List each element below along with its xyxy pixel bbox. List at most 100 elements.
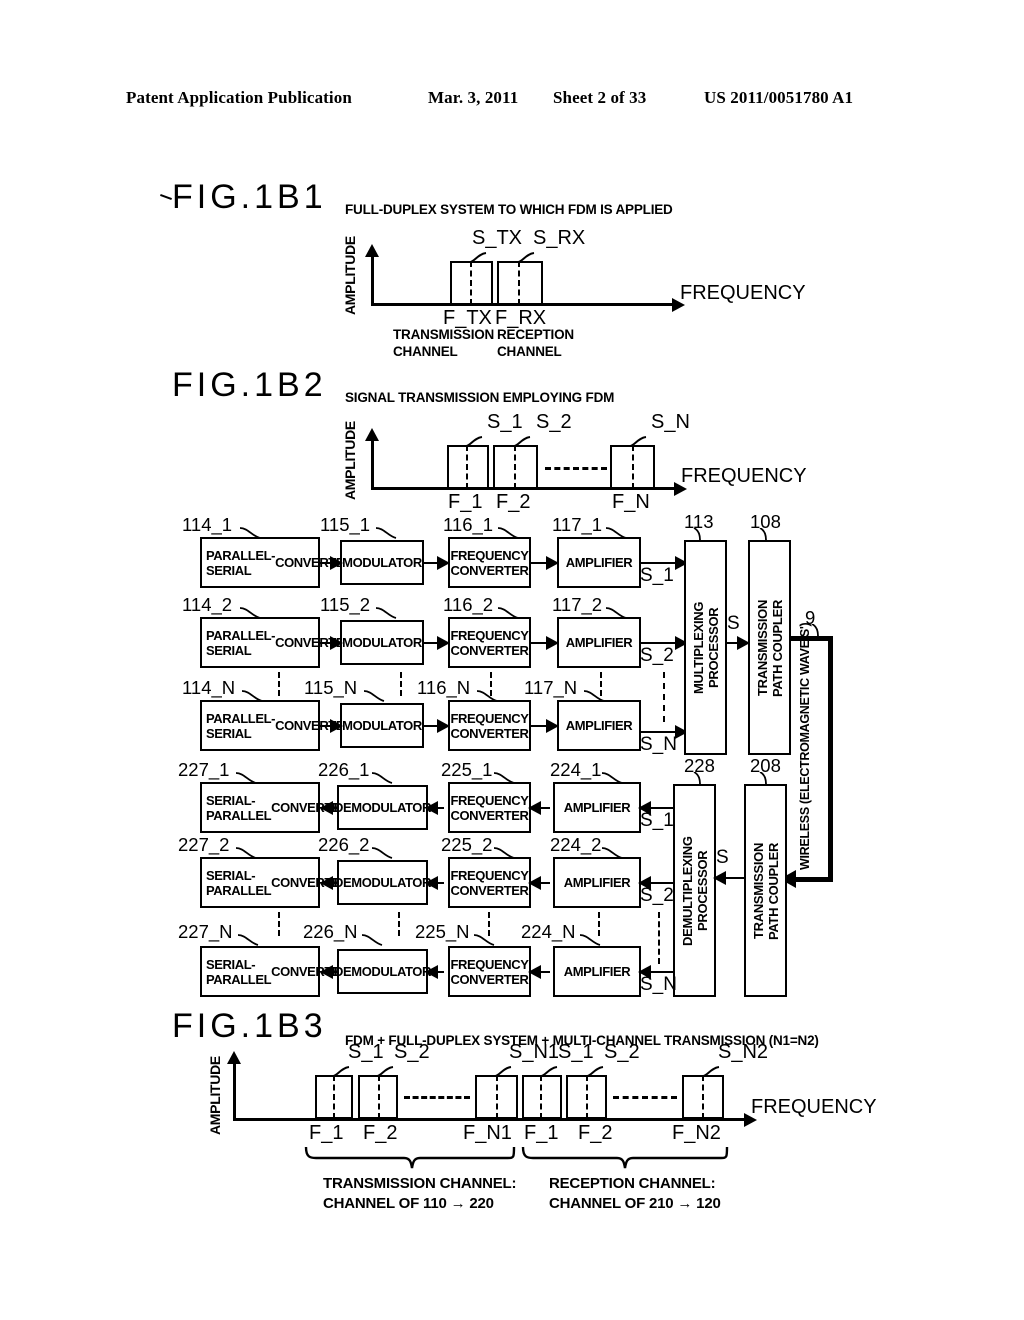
fig-1b1-y-axis — [371, 256, 374, 306]
fig-1b2-signal-n: S_N — [651, 411, 690, 433]
conn-mux-to-coupler-arrow — [737, 636, 750, 650]
block-label: FREQUENCY CONVERTER — [450, 627, 529, 658]
fig-1b2-y-axis-arrow — [365, 428, 379, 441]
fig-1b2-leaders — [465, 436, 647, 447]
signal-label-tx-n: S_N — [640, 734, 677, 755]
block-label: TRANSMISSION PATH COUPLER — [754, 598, 785, 697]
header-publication: Patent Application Publication — [126, 88, 352, 107]
conn-rx2-b-arrow — [425, 876, 438, 890]
block-label: MODULATOR — [342, 635, 422, 650]
block-modulator-1: MODULATOR — [340, 540, 424, 585]
block-amplifier-rx-2: AMPLIFIER — [553, 857, 641, 908]
block-frequency-converter-n: FREQUENCY CONVERTER — [448, 700, 531, 751]
fig-1b3-y-axis-arrow — [227, 1051, 241, 1064]
conn-tx2-a-arrow — [330, 636, 343, 650]
conn-tx2-c-arrow — [546, 636, 559, 650]
fig-1b3-tick-rx-f2: F_2 — [578, 1122, 613, 1144]
block-label-line1: SERIAL-PARALLEL — [206, 792, 272, 823]
block-label: AMPLIFIER — [565, 555, 633, 570]
block-label: AMPLIFIER — [563, 800, 631, 815]
patent-drawing-page: Patent Application Publication Mar. 3, 2… — [0, 0, 1024, 1320]
block-amplifier-1: AMPLIFIER — [557, 537, 641, 588]
wireless-path-side — [828, 636, 833, 882]
conn-rxn-a-arrow — [320, 965, 333, 979]
fig-1b1-caption: FULL-DUPLEX SYSTEM TO WHICH FDM IS APPLI… — [345, 202, 673, 217]
conn-rx2-c-arrow — [528, 876, 541, 890]
block-demodulator-n: DEMODULATOR — [334, 949, 431, 994]
fig-1b2-tick-f1: F_1 — [448, 491, 483, 513]
conn-tx2-b-arrow — [437, 636, 450, 650]
block-modulator-2: MODULATOR — [340, 620, 424, 665]
fig-1b2-ellipsis — [545, 467, 607, 470]
signal-label-rx-2: S_2 — [640, 885, 674, 906]
block-transmission-path-coupler-tx: TRANSMISSION PATH COUPLER — [748, 540, 791, 755]
fig-1b1-note-rx-line1: RECEPTION — [497, 327, 574, 342]
fig-1b1-note-tx-line1: TRANSMISSION — [393, 327, 495, 342]
fig-1b3-tick-tx-f2: F_2 — [363, 1122, 398, 1144]
fig-1b1-x-axis-label: FREQUENCY — [680, 282, 806, 304]
block-label: MODULATOR — [342, 555, 422, 570]
block-amplifier-2: AMPLIFIER — [557, 617, 641, 668]
fig-1b3-signal-rx-2: S_2 — [604, 1041, 640, 1063]
fig-1b2-signal-2: S_2 — [536, 411, 572, 433]
block-transmission-path-coupler-rx: TRANSMISSION PATH COUPLER — [744, 784, 787, 997]
fig-1b3-signal-rx-n2: S_N2 — [718, 1041, 769, 1063]
block-frequency-converter-2: FREQUENCY CONVERTER — [448, 617, 531, 668]
signal-label-mux-out: S — [727, 613, 740, 634]
conn-tx1-b-arrow — [437, 556, 450, 570]
fig-1b1-y-axis-arrow — [365, 244, 379, 257]
fig-1b2-label: FIG.1B2 — [172, 366, 327, 404]
fig-1b1-label: FIG.1B1 — [172, 178, 327, 216]
fig-1b1-note-rx-line2: CHANNEL — [497, 344, 562, 359]
block-multiplexing-processor: MULTIPLEXING PROCESSOR — [684, 540, 727, 755]
header-date: Mar. 3, 2011 — [428, 88, 519, 107]
block-label: MULTIPLEXING PROCESSOR — [690, 601, 721, 694]
fig-1b3-ellipsis-rx — [613, 1096, 677, 1099]
fig-1b1-leaders — [469, 252, 535, 263]
fig-1b3-signal-tx-2: S_2 — [394, 1041, 430, 1063]
fig-1b3-x-axis-label: FREQUENCY — [751, 1096, 877, 1118]
block-frequency-converter-rx-1: FREQUENCY CONVERTER — [448, 782, 531, 833]
fig-1b3-leaders — [332, 1066, 720, 1077]
block-label: DEMODULATOR — [334, 800, 431, 815]
fig-1b3-brace-tx-label-1: TRANSMISSION CHANNEL: — [323, 1175, 517, 1192]
block-label: AMPLIFIER — [565, 718, 633, 733]
block-label-line1: PARALLEL-SERIAL — [206, 627, 276, 658]
fig-1b2-signal-1: S_1 — [487, 411, 523, 433]
block-amplifier-n: AMPLIFIER — [557, 700, 641, 751]
fig-1b2-x-axis-label: FREQUENCY — [681, 465, 807, 487]
block-label-line1: PARALLEL-SERIAL — [206, 547, 276, 578]
block-parallel-serial-converter-n: PARALLEL-SERIAL CONVERTER — [200, 700, 354, 751]
fig-1b1-signal-srx: S_RX — [533, 227, 586, 249]
block-frequency-converter-rx-n: FREQUENCY CONVERTER — [448, 946, 531, 997]
conn-rxn-c-arrow — [528, 965, 541, 979]
conn-txn-c-arrow — [546, 719, 559, 733]
conn-txn-b-arrow — [437, 719, 450, 733]
block-label-line1: SERIAL-PARALLEL — [206, 867, 272, 898]
conn-rx2-a-arrow — [320, 876, 333, 890]
fig-1b2-y-axis — [371, 440, 374, 490]
block-label: DEMODULATOR — [334, 964, 431, 979]
conn-tx1-a-arrow — [330, 556, 343, 570]
block-frequency-converter-1: FREQUENCY CONVERTER — [448, 537, 531, 588]
fig-1b3-brace-rx-label-1: RECEPTION CHANNEL: — [549, 1175, 716, 1192]
block-demultiplexing-processor: DEMULTIPLEXING PROCESSOR — [673, 784, 716, 997]
block-label: FREQUENCY CONVERTER — [450, 867, 529, 898]
block-label-line1: SERIAL-PARALLEL — [206, 956, 272, 987]
signal-label-demux-in: S — [716, 847, 729, 868]
fig-1b3-y-axis-label: AMPLITUDE — [207, 1056, 223, 1135]
block-label: FREQUENCY CONVERTER — [450, 956, 529, 987]
block-demodulator-1: DEMODULATOR — [334, 785, 431, 830]
fig-1b3-signal-tx-n1: S_N1 — [509, 1041, 560, 1063]
conn-rx1-a-arrow — [320, 801, 333, 815]
fig-1b3-tick-rx-f1: F_1 — [524, 1122, 559, 1144]
signal-label-rx-n: S_N — [640, 974, 677, 995]
block-label: AMPLIFIER — [563, 875, 631, 890]
wireless-label: WIRELESS (ELECTROMAGNETIC WAVE S') — [798, 622, 812, 870]
conn-tx1-c-arrow — [546, 556, 559, 570]
block-label: AMPLIFIER — [563, 964, 631, 979]
fig-1b3-tick-tx-fn1: F_N1 — [463, 1122, 512, 1144]
fig-1b2-y-axis-label: AMPLITUDE — [342, 421, 358, 500]
fig-1b3-y-axis — [233, 1063, 236, 1121]
block-label: TRANSMISSION PATH COUPLER — [750, 841, 781, 940]
